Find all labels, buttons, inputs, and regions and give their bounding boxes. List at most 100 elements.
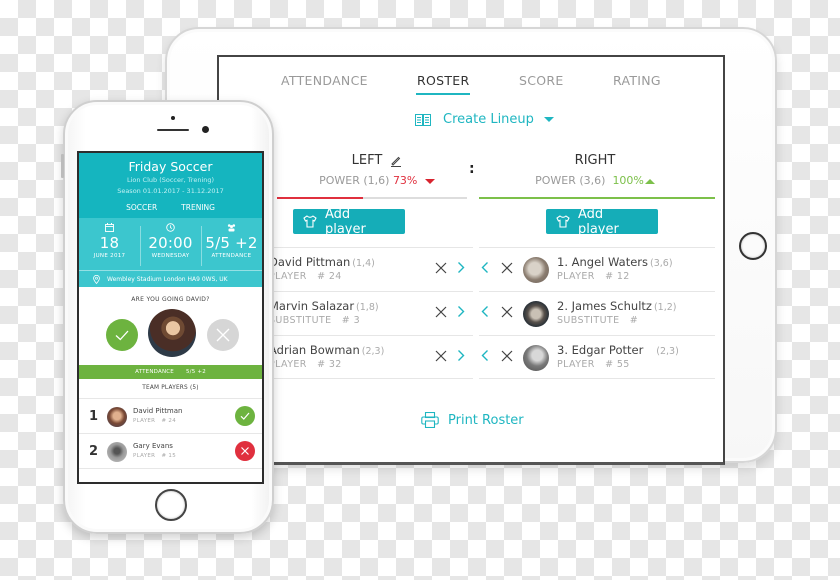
status-going-badge[interactable]	[235, 406, 255, 426]
event-season: Season 01.01.2017 - 31.12.2017	[117, 187, 224, 195]
right-power-bar	[479, 197, 715, 199]
date-month: JUNE 2017	[93, 253, 126, 259]
caret-down-icon	[543, 117, 554, 122]
going-button[interactable]	[106, 319, 138, 351]
right-team-header: RIGHT POWER (3,6) 100%	[477, 149, 713, 187]
attendance-bar-label: ATTENDANCE	[135, 369, 174, 375]
tab-roster[interactable]: ROSTER	[415, 73, 471, 95]
player-role: PLAYER	[269, 359, 307, 370]
check-icon	[240, 412, 250, 420]
shirt-icon	[303, 215, 317, 228]
location-pin-icon	[93, 274, 100, 284]
player-number: #	[629, 315, 639, 326]
player-role: PLAYER	[557, 359, 595, 370]
left-power-label: POWER (1,6)	[319, 174, 390, 187]
event-location[interactable]: Wembley Stadium London HA9 0WS, UK	[79, 270, 262, 287]
phone-sensor	[171, 116, 175, 120]
roster-row: 1. Angel Waters (3,6) PLAYER # 12	[479, 247, 715, 291]
user-avatar	[148, 309, 196, 357]
tablet-screen: ATTENDANCE ROSTER SCORE RATING Create Li…	[217, 55, 725, 465]
player-row[interactable]: 2 Gary Evans PLAYER # 15	[79, 434, 262, 469]
add-player-right-label: Add player	[577, 206, 619, 237]
printer-icon	[421, 412, 439, 428]
roster-row: Marvin Salazar (1,8) SUBSTITUTE # 3	[263, 291, 473, 335]
close-icon	[241, 447, 249, 455]
attendance-bar-value: 5/5 +2	[185, 369, 206, 375]
player-number: # 3	[341, 315, 361, 326]
avatar	[523, 257, 549, 283]
event-attendance: 5/5 +2 ATTENDANCE	[201, 218, 262, 270]
rsvp-question: ARE YOU GOING DAVID?	[131, 296, 210, 303]
check-icon	[115, 330, 129, 341]
event-header: Friday Soccer Lion Club (Soccer, Trening…	[79, 153, 262, 218]
tab-attendance[interactable]: ATTENDANCE	[281, 73, 368, 88]
trend-up-icon	[644, 178, 655, 184]
attendance-bar: ATTENDANCE 5/5 +2	[79, 365, 262, 379]
roster-row: Adrian Bowman (2,3) PLAYER # 32	[263, 335, 473, 379]
player-role: PLAYER	[133, 453, 156, 459]
remove-icon[interactable]	[501, 350, 513, 362]
left-power-percent: 73%	[392, 174, 418, 187]
remove-icon[interactable]	[435, 350, 447, 362]
time-weekday: WEDNESDAY	[151, 253, 190, 259]
player-role: PLAYER	[133, 418, 156, 424]
tab-soccer[interactable]: SOCCER	[126, 203, 157, 212]
chevron-right-icon[interactable]	[457, 305, 465, 318]
player-role: SUBSTITUTE	[269, 315, 332, 326]
team-players-heading: TEAM PLAYERS (5)	[79, 379, 262, 399]
left-power-bar-fill	[277, 197, 363, 199]
player-index: 2	[89, 444, 99, 459]
roster-row: 3. Edgar Potter (2,3) PLAYER # 55	[479, 335, 715, 379]
phone-speaker	[157, 129, 189, 131]
rsvp-choice	[79, 303, 262, 363]
create-lineup-label: Create Lineup	[443, 112, 534, 127]
player-number: # 24	[317, 271, 342, 282]
remove-icon[interactable]	[435, 306, 447, 318]
left-team-header: LEFT POWER (1,6) 73%	[277, 149, 477, 187]
pencil-icon[interactable]	[390, 155, 402, 167]
roster-row: 2. James Schultz (1,2) SUBSTITUTE #	[479, 291, 715, 335]
time-value: 20:00	[148, 234, 193, 252]
create-lineup-dropdown[interactable]: Create Lineup	[415, 112, 554, 127]
player-name: 1. Angel Waters	[557, 255, 648, 269]
player-name: David Pittman	[269, 255, 351, 269]
add-player-right-button[interactable]: Add player	[546, 206, 658, 237]
print-roster-button[interactable]: Print Roster	[421, 412, 524, 428]
right-roster-list: 1. Angel Waters (3,6) PLAYER # 12 2. Jame…	[479, 247, 715, 379]
tab-trening[interactable]: TRENING	[181, 203, 215, 212]
phone-home-button[interactable]	[155, 489, 187, 521]
player-rating: (2,3)	[656, 346, 679, 357]
tab-rating[interactable]: RATING	[613, 73, 661, 88]
avatar	[523, 301, 549, 327]
player-number: # 12	[605, 271, 630, 282]
phone-screen: Friday Soccer Lion Club (Soccer, Trening…	[77, 151, 264, 484]
player-rating: (1,4)	[352, 258, 375, 269]
chevron-right-icon[interactable]	[457, 261, 465, 274]
calendar-icon	[105, 223, 114, 232]
status-not-going-badge[interactable]	[235, 441, 255, 461]
chevron-left-icon[interactable]	[481, 349, 489, 362]
remove-icon[interactable]	[435, 262, 447, 274]
not-going-button[interactable]	[207, 319, 239, 351]
phone-camera	[202, 126, 209, 133]
add-player-left-button[interactable]: Add player	[293, 207, 405, 237]
player-rating: (2,3)	[361, 346, 385, 357]
player-row[interactable]: 1 David Pittman PLAYER # 24	[79, 399, 262, 434]
tab-score[interactable]: SCORE	[519, 73, 564, 88]
teams-separator: :	[469, 161, 475, 177]
attendance-value: 5/5 +2	[205, 234, 258, 252]
remove-icon[interactable]	[501, 262, 513, 274]
close-icon	[216, 328, 230, 342]
clock-icon	[166, 223, 175, 232]
player-role: SUBSTITUTE	[557, 315, 620, 326]
player-role: PLAYER	[557, 271, 595, 282]
tab-bar: ATTENDANCE ROSTER SCORE RATING	[219, 67, 723, 97]
left-team-name: LEFT	[351, 153, 383, 168]
chevron-left-icon[interactable]	[481, 305, 489, 318]
event-info: 18 JUNE 2017 20:00 WEDNESDAY 5/5 +2 ATTE…	[79, 218, 262, 270]
chevron-left-icon[interactable]	[481, 261, 489, 274]
remove-icon[interactable]	[501, 306, 513, 318]
player-rating: (1,2)	[653, 302, 677, 313]
chevron-right-icon[interactable]	[457, 349, 465, 362]
tablet-home-button[interactable]	[739, 232, 767, 260]
